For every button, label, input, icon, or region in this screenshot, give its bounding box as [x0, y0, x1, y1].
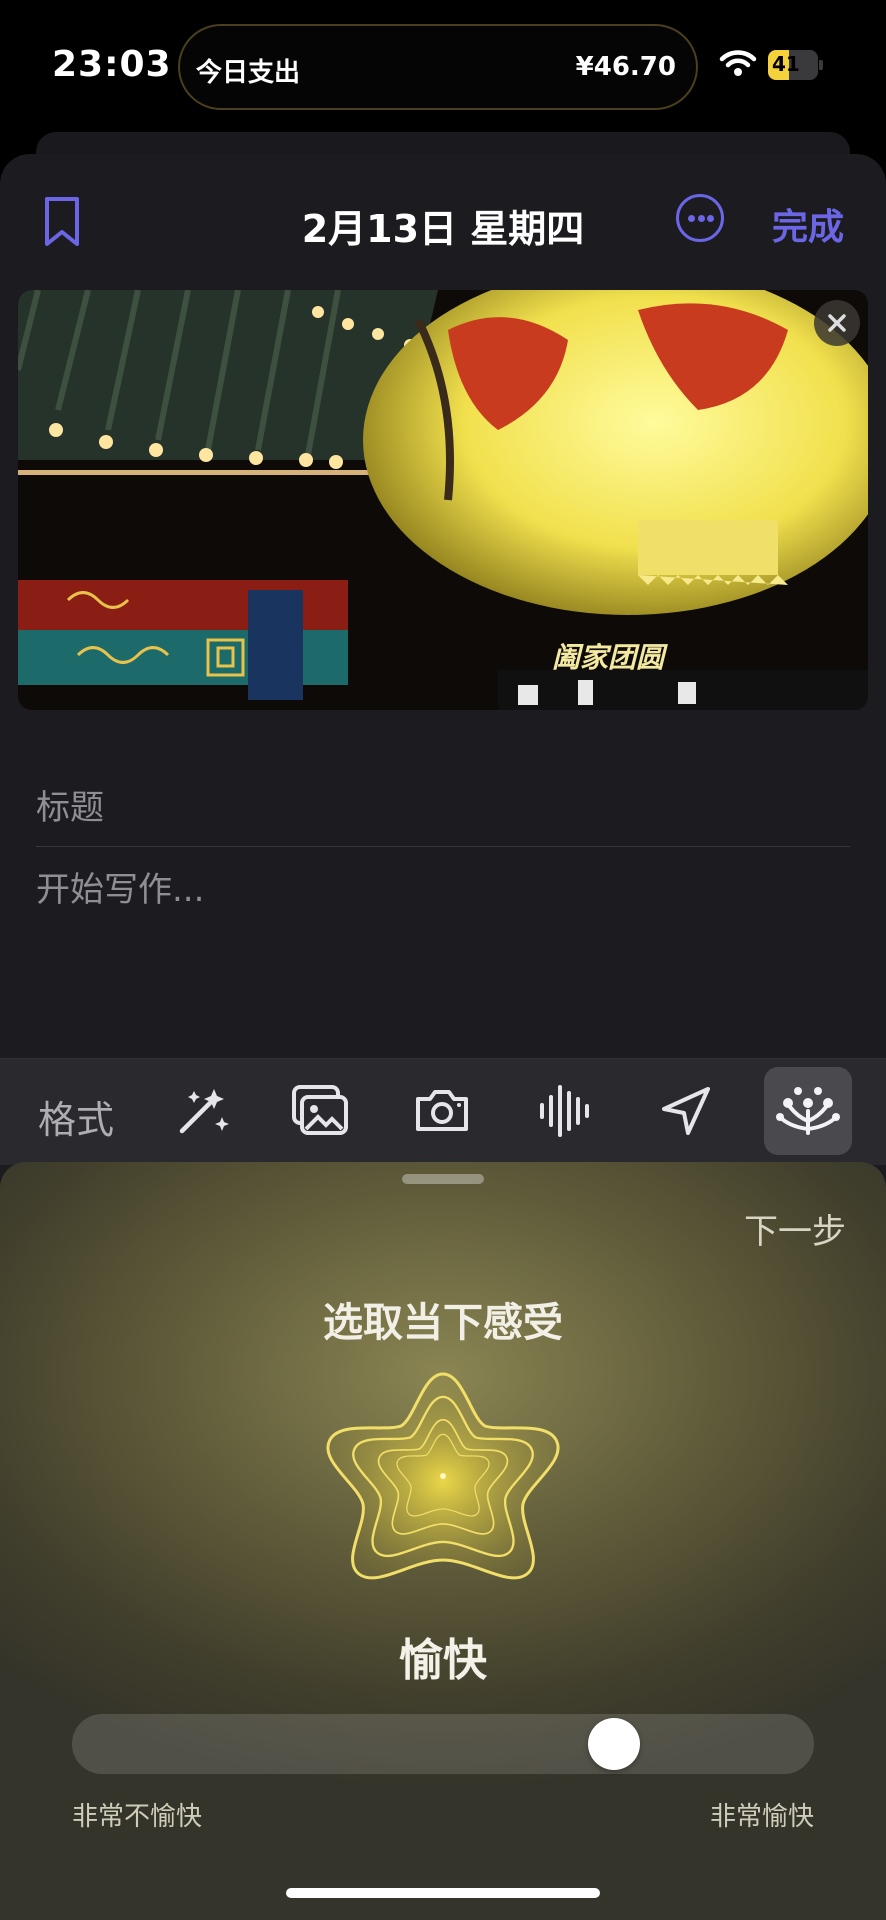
title-divider [36, 846, 850, 847]
home-indicator[interactable] [286, 1888, 600, 1898]
more-options-button[interactable] [676, 194, 724, 242]
camera-icon[interactable] [412, 1081, 472, 1141]
battery-level: 41 [772, 52, 800, 76]
location-arrow-icon[interactable] [656, 1081, 716, 1141]
next-button[interactable]: 下一步 [744, 1204, 846, 1253]
status-time: 23:03 [52, 44, 172, 85]
photo-caption: 阖家团圆 [552, 641, 665, 674]
entry-date: 2月13日 星期四 [301, 207, 585, 251]
slider-max-label: 非常愉快 [709, 1802, 814, 1832]
editor-toolbar: 格式 [0, 1058, 886, 1165]
audio-waveform-icon[interactable] [534, 1081, 594, 1141]
wifi-icon [719, 50, 757, 76]
state-of-mind-icon [776, 1087, 840, 1135]
state-of-mind-button[interactable] [764, 1067, 852, 1155]
mood-selected-label: 愉快 [399, 1635, 487, 1686]
battery-icon: 41 [768, 50, 824, 80]
format-button[interactable]: 格式 [38, 1089, 114, 1144]
status-bar: 23:03 今日支出 ¥46.70 41 [0, 0, 886, 130]
live-activity-amount: ¥46.70 [575, 52, 676, 82]
photo-image [18, 290, 868, 710]
mood-slider-thumb[interactable] [587, 1718, 640, 1770]
remove-photo-button[interactable] [814, 300, 860, 346]
close-icon [828, 314, 846, 332]
slider-min-label: 非常不愉快 [72, 1802, 203, 1832]
magic-wand-icon[interactable] [172, 1081, 232, 1141]
photos-icon[interactable] [290, 1081, 350, 1141]
title-input[interactable]: 标题 [36, 780, 104, 829]
body-input[interactable]: 开始写作... [36, 862, 204, 911]
attached-photo[interactable]: 阖家团圆 [18, 290, 868, 710]
mood-flower-icon [326, 1372, 560, 1580]
live-activity-label: 今日支出 [196, 58, 301, 88]
done-button[interactable]: 完成 [772, 198, 844, 250]
mood-slider[interactable] [72, 1714, 814, 1774]
mood-prompt: 选取当下感受 [323, 1300, 563, 1346]
live-activity-island[interactable]: 今日支出 ¥46.70 [178, 24, 698, 110]
state-of-mind-panel: 下一步 选取当下感受 愉快 非常不愉快 非常愉快 [0, 1162, 886, 1920]
sheet-grabber[interactable] [402, 1174, 484, 1184]
